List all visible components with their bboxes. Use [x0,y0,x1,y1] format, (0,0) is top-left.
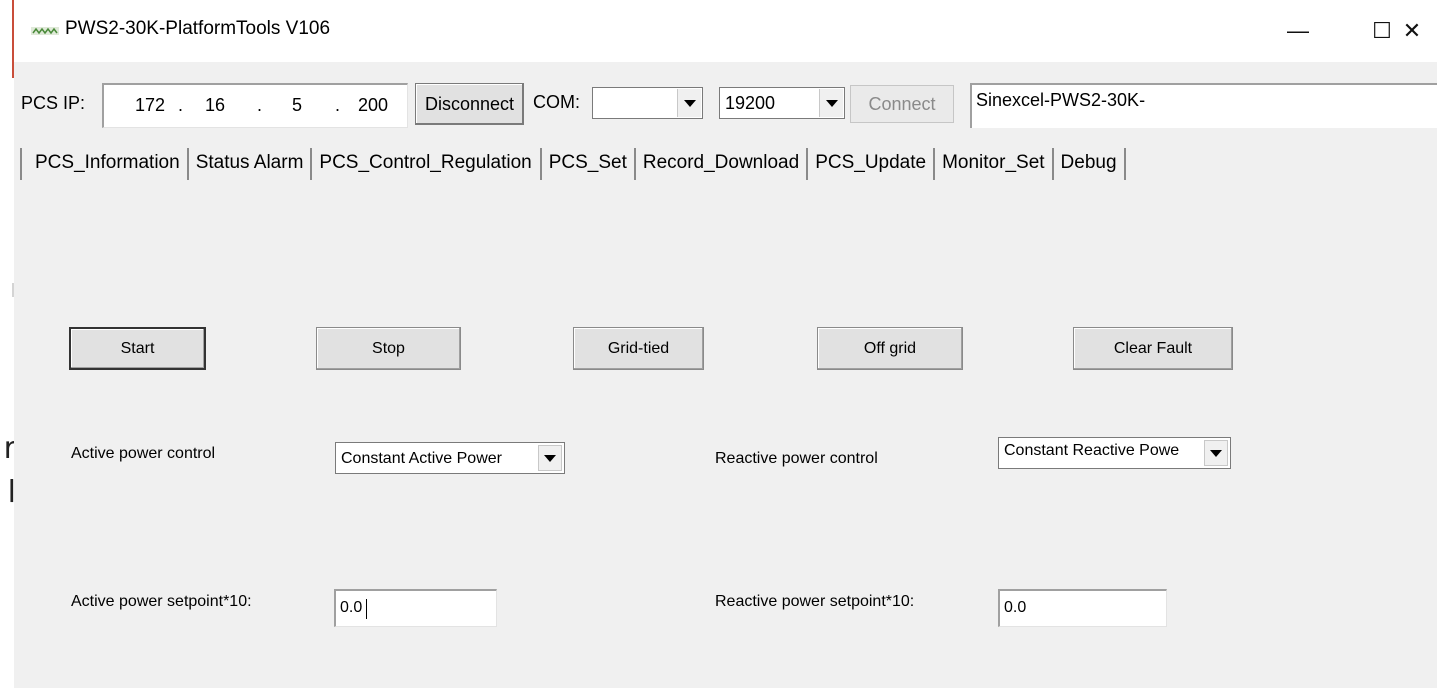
device-name-field[interactable]: Sinexcel-PWS2-30K- [970,83,1437,128]
app-icon [31,27,59,35]
com-port-select[interactable] [592,87,703,119]
active-power-control-select[interactable]: Constant Active Power [335,442,565,474]
window-title: PWS2-30K-PlatformTools V106 [65,18,331,39]
active-power-control-label: Active power control [71,445,216,462]
app-window: PWS2-30K-PlatformTools V106 — ☐ ✕ PCS IP… [14,0,1437,688]
reactive-power-setpoint-value: 0.0 [1004,599,1027,616]
active-power-control-value: Constant Active Power [341,450,502,467]
screen: r l PWS2-30K-PlatformTools V106 — ☐ ✕ PC… [0,0,1437,688]
ip-separator: . [335,95,341,115]
chevron-down-icon[interactable] [819,89,843,117]
ip-octet-2[interactable]: 16 [205,95,225,116]
com-label: COM: [533,92,580,112]
minimize-icon: — [1287,18,1309,43]
minimize-button[interactable]: — [1276,12,1320,50]
grid-tied-button[interactable]: Grid-tied [573,327,704,370]
tab-pcs-control-regulation[interactable]: PCS_Control_Regulation [312,148,539,180]
ip-octet-3[interactable]: 5 [292,95,302,116]
reactive-power-control-value: Constant Reactive Powe [1004,442,1180,459]
pcs-ip-input[interactable]: 172 . 16 . 5 . 200 [102,83,408,128]
tab-pcs-information[interactable]: PCS_Information [20,148,189,180]
active-power-setpoint-label: Active power setpoint*10: [71,593,252,610]
tab-status-alarm[interactable]: Status Alarm [189,148,313,180]
chevron-down-icon[interactable] [677,89,701,117]
maximize-icon: ☐ [1372,18,1392,43]
baud-rate-select[interactable]: 19200 [719,87,845,119]
close-button[interactable]: ✕ [1390,12,1434,50]
tab-record-download[interactable]: Record_Download [636,148,809,180]
reactive-power-setpoint-input[interactable]: 0.0 [998,589,1167,627]
active-power-setpoint-input[interactable]: 0.0 [334,589,497,627]
tab-monitor-set[interactable]: Monitor_Set [935,148,1054,180]
close-icon: ✕ [1402,18,1422,43]
device-name-value: Sinexcel-PWS2-30K- [976,90,1146,110]
reactive-power-control-label: Reactive power control [715,450,878,467]
reactive-power-control-select[interactable]: Constant Reactive Powe [998,437,1231,469]
pcs-ip-label: PCS IP: [21,93,86,113]
ip-octet-4[interactable]: 200 [358,95,388,116]
active-power-setpoint-value: 0.0 [340,599,363,616]
connect-button[interactable]: Connect [850,85,954,123]
ip-separator: . [178,95,184,115]
start-button[interactable]: Start [69,327,206,370]
tab-debug[interactable]: Debug [1054,148,1126,180]
disconnect-button[interactable]: Disconnect [415,83,524,125]
off-grid-button[interactable]: Off grid [817,327,963,370]
chevron-down-icon[interactable] [1204,440,1228,466]
ip-octet-1[interactable]: 172 [135,95,165,116]
chevron-down-icon[interactable] [538,445,562,471]
reactive-power-setpoint-label: Reactive power setpoint*10: [715,593,915,610]
baud-rate-value: 19200 [725,93,776,113]
stop-button[interactable]: Stop [316,327,461,370]
tab-pcs-set[interactable]: PCS_Set [539,148,636,180]
ip-separator: . [257,95,263,115]
text-caret [366,599,367,619]
title-bar[interactable]: PWS2-30K-PlatformTools V106 — ☐ ✕ [14,0,1437,62]
tab-bar: PCS_Information Status Alarm PCS_Control… [20,148,1126,182]
clear-fault-button[interactable]: Clear Fault [1073,327,1233,370]
tab-pcs-update[interactable]: PCS_Update [808,148,936,180]
